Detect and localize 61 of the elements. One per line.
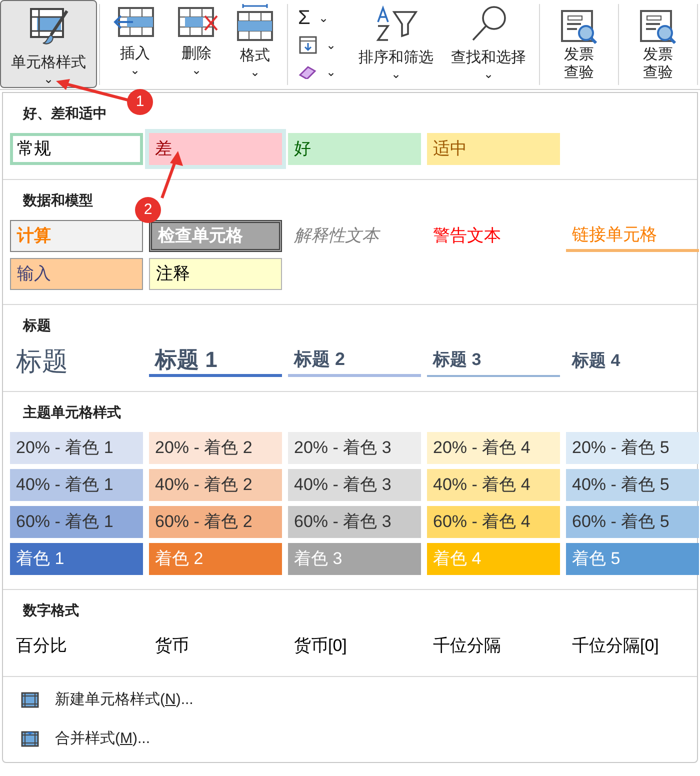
theme-style-tile[interactable]: 40% - 着色 5 [566,469,699,501]
theme-style-tile[interactable]: 40% - 着色 2 [149,469,282,501]
ribbon-button[interactable]: 格式 ⌄ [225,0,285,88]
cell-style-tile[interactable]: 货币[0] [288,630,421,662]
new-style-icon [21,692,39,708]
theme-style-tile[interactable]: 40% - 着色 4 [427,469,560,501]
cell-style-tile[interactable]: 标题 1 [149,345,282,377]
theme-style-tile[interactable]: 40% - 着色 3 [288,469,421,501]
cell-style-tile[interactable]: 注释 [149,258,282,290]
theme-style-tile[interactable]: 60% - 着色 3 [288,506,421,538]
menu-item[interactable]: 新建单元格样式(N)... [55,689,194,712]
theme-style-tile[interactable]: 60% - 着色 4 [427,506,560,538]
cell-style-tile[interactable]: 警告文本 [427,220,560,252]
ribbon-button[interactable]: 发票 查验 [621,0,695,88]
cell-style-tile[interactable]: 好 [288,133,421,165]
ribbon-small-button[interactable]: ⌄ [298,60,352,84]
section-heading: 好、差和适中 [23,104,107,123]
theme-style-tile[interactable]: 着色 1 [10,543,143,575]
invoice-search-icon [559,8,599,46]
sort-filter-icon [374,4,418,44]
section-heading: 标题 [23,316,51,335]
cell-style-tile[interactable]: 千位分隔 [427,630,560,662]
section-heading: 数字格式 [23,601,79,620]
ribbon-small-button[interactable]: Σ ⌄ [298,6,352,30]
cell-style-tile[interactable]: 标题 2 [288,345,421,377]
ribbon-small-button[interactable]: ⌄ [298,32,352,56]
cell-style-tile[interactable]: 百分比 [10,630,143,662]
ribbon-button[interactable]: 插入 ⌄ [102,0,168,88]
ribbon-button[interactable]: 删除 ⌄ [168,0,225,88]
theme-style-tile[interactable]: 20% - 着色 5 [566,432,699,464]
cell-style-tile[interactable]: 标题 4 [566,345,699,377]
ribbon-button[interactable]: 单元格样式 ⌄ [0,0,97,88]
cell-style-tile[interactable]: 标题 [10,345,143,377]
ribbon-button[interactable]: 查找和选择 ⌄ [440,0,537,88]
menu-item[interactable]: 合并样式(M)... [55,728,150,750]
theme-style-tile[interactable]: 60% - 着色 5 [566,506,699,538]
cell-style-tile[interactable]: 常规 [10,133,143,165]
cell-style-tile[interactable]: 千位分隔[0] [566,630,699,662]
theme-style-tile[interactable]: 60% - 着色 2 [149,506,282,538]
fill-down-icon [298,34,318,54]
theme-style-tile[interactable]: 20% - 着色 1 [10,432,143,464]
cell-style-tile[interactable]: 适中 [427,133,560,165]
section-heading: 主题单元格样式 [23,403,121,422]
section-heading: 数据和模型 [23,191,93,210]
theme-style-tile[interactable]: 20% - 着色 4 [427,432,560,464]
cell-style-tile[interactable]: 标题 3 [427,345,560,377]
autosum-symbol: Σ [298,8,310,28]
cell-style-tile[interactable]: 输入 [10,258,143,290]
eraser-icon [298,64,318,78]
ribbon-button[interactable]: 发票 查验 [542,0,616,88]
cell-style-tile[interactable]: 解释性文本 [288,220,421,252]
theme-style-tile[interactable]: 20% - 着色 3 [288,432,421,464]
theme-style-tile[interactable]: 20% - 着色 2 [149,432,282,464]
theme-style-tile[interactable]: 40% - 着色 1 [10,469,143,501]
cell-style-tile[interactable]: 差 [149,133,282,165]
invoice-search-icon [638,8,678,46]
cell-style-tile[interactable]: 货币 [149,630,282,662]
merge-styles-icon [21,730,39,747]
theme-style-tile[interactable]: 60% - 着色 1 [10,506,143,538]
ribbon-button[interactable]: 排序和筛选 ⌄ [352,0,440,88]
insert-cells-icon [113,4,157,40]
